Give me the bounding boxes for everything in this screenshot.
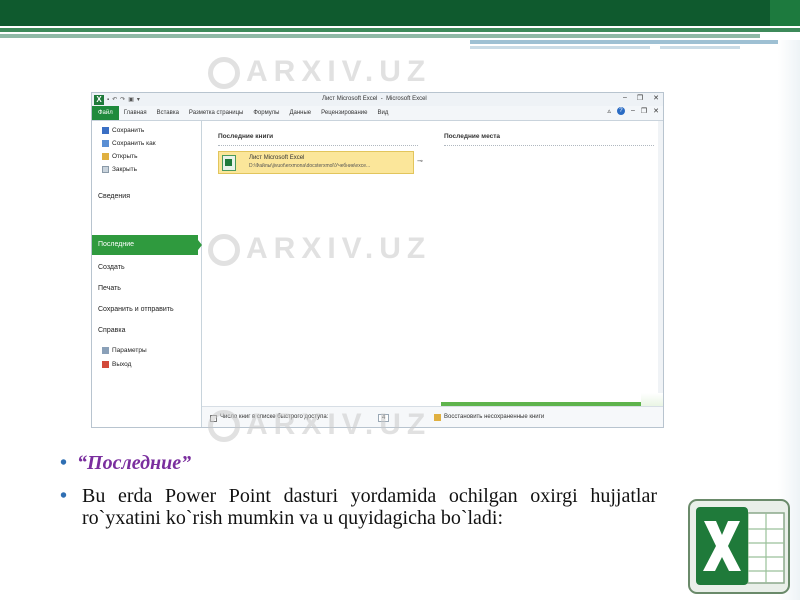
close-icon[interactable]: ✕: [653, 94, 659, 102]
scrollbar[interactable]: [658, 121, 663, 401]
recent-file-path: D:\Файлы\jivuot\erxmona\docsterxmol\Учеб…: [249, 163, 371, 169]
watermark: ARXIV.UZ: [208, 55, 432, 90]
watermark: ARXIV.UZ: [208, 232, 432, 267]
slide-stripe: [470, 46, 650, 49]
backstage-close[interactable]: Закрыть: [102, 166, 137, 173]
watermark-text: ARXIV.UZ: [246, 55, 432, 88]
tab-page-layout[interactable]: Разметка страницы: [184, 110, 248, 116]
print-icon[interactable]: ▣: [128, 96, 134, 103]
close-file-icon: [102, 166, 109, 173]
ribbon-restore-icon[interactable]: ❐: [641, 107, 647, 115]
help-icon[interactable]: ?: [616, 107, 625, 115]
tab-home[interactable]: Главная: [119, 110, 152, 116]
pin-icon[interactable]: ⊸: [417, 157, 423, 165]
save-icon: [102, 127, 109, 134]
redo-icon[interactable]: ↷: [120, 96, 125, 103]
ribbon-close-icon[interactable]: ✕: [653, 107, 659, 115]
folder-icon: [434, 414, 441, 421]
recent-file-item[interactable]: Лист Microsoft Excel D:\Файлы\jivuot\erx…: [218, 151, 414, 174]
window-title: Лист Microsoft Excel - Microsoft Excel: [322, 96, 427, 102]
recent-books-title: Последние книги: [218, 133, 274, 140]
bullet-description: • Bu erda Power Point dasturi yordamida …: [60, 485, 657, 529]
slide-stripe: [0, 28, 800, 32]
backstage-save-as[interactable]: Сохранить как: [102, 140, 156, 147]
divider: [444, 145, 654, 146]
backstage-send[interactable]: Сохранить и отправить: [98, 306, 174, 313]
save-icon[interactable]: ▪: [107, 97, 109, 103]
backstage-exit[interactable]: Выход: [102, 361, 131, 368]
watermark-logo-icon: [208, 234, 240, 267]
save-as-icon: [102, 140, 109, 147]
backstage-options[interactable]: Параметры: [102, 347, 147, 354]
recent-places-title: Последние места: [444, 133, 501, 140]
window-title-app: Microsoft Excel: [386, 96, 427, 102]
tab-review[interactable]: Рецензирование: [316, 110, 372, 116]
ribbon-minimize-icon[interactable]: –: [631, 107, 635, 115]
selection-arrow-icon: [198, 240, 202, 250]
backstage-save-label: Сохранить: [112, 127, 145, 134]
bullet-recent: • “Последние”: [60, 452, 191, 475]
excel-logo-icon: [688, 499, 790, 594]
backstage-options-label: Параметры: [112, 347, 147, 354]
excel-file-icon: [222, 155, 236, 171]
quick-access-toolbar: X ▪ ↶ ↷ ▣ ▾: [92, 93, 140, 106]
watermark-logo-icon: [208, 57, 240, 90]
slide-top-accent: [770, 0, 800, 26]
backstage-new[interactable]: Создать: [98, 264, 125, 271]
title-bar: X ▪ ↶ ↷ ▣ ▾ Лист Microsoft Excel - Micro…: [92, 93, 663, 106]
ribbon-collapse-icon[interactable]: ▵: [607, 107, 611, 115]
tab-data[interactable]: Данные: [284, 110, 316, 116]
minimize-icon[interactable]: –: [623, 94, 627, 102]
watermark-logo-icon: [208, 410, 240, 443]
options-icon: [102, 347, 109, 354]
ribbon-right-controls: ▵ ? – ❐ ✕: [607, 107, 659, 115]
tab-file[interactable]: Файл: [92, 106, 119, 120]
watermark: ARXIV.UZ: [208, 408, 432, 443]
watermark-text: ARXIV.UZ: [246, 408, 432, 441]
backstage-exit-label: Выход: [112, 361, 132, 368]
slide-stripe: [660, 46, 740, 49]
backstage-menu: Сохранить Сохранить как Открыть Закрыть …: [92, 121, 202, 427]
tab-view[interactable]: Вид: [373, 110, 394, 116]
backstage-open-label: Открыть: [112, 153, 138, 160]
backstage-help[interactable]: Справка: [98, 327, 125, 334]
backstage-save-as-label: Сохранить как: [112, 140, 156, 147]
slide-stripe: [470, 40, 800, 44]
folder-icon: [102, 153, 109, 160]
slide-top-band: [0, 0, 800, 26]
tab-formulas[interactable]: Формулы: [248, 110, 284, 116]
backstage-close-label: Закрыть: [112, 166, 138, 173]
customize-icon[interactable]: ▾: [137, 96, 140, 103]
slide-stripe: [0, 34, 760, 38]
bullet-description-text: Bu erda Power Point dasturi yordamida oc…: [82, 485, 657, 529]
recent-file-name: Лист Microsoft Excel: [249, 155, 305, 161]
bullet-recent-text: “Последние”: [77, 452, 192, 474]
watermark-text: ARXIV.UZ: [246, 232, 432, 265]
ribbon-tabs: Файл Главная Вставка Разметка страницы Ф…: [92, 106, 663, 121]
undo-icon[interactable]: ↶: [112, 96, 117, 103]
window-controls: – ❐ ✕: [623, 94, 659, 102]
backstage-print[interactable]: Печать: [98, 285, 121, 292]
window-title-doc: Лист Microsoft Excel: [322, 96, 378, 102]
backstage-recent-label: Последние: [98, 241, 135, 248]
exit-icon: [102, 361, 109, 368]
divider: [218, 145, 418, 146]
restore-unsaved-link[interactable]: Восстановить несохраненные книги: [444, 414, 544, 420]
backstage-info[interactable]: Сведения: [98, 193, 130, 200]
bullet-icon: •: [60, 485, 68, 507]
backstage-open[interactable]: Открыть: [102, 153, 138, 160]
bullet-icon: •: [60, 452, 68, 474]
restore-icon[interactable]: ❐: [637, 94, 643, 102]
tab-insert[interactable]: Вставка: [152, 110, 184, 116]
backstage-save[interactable]: Сохранить: [102, 127, 144, 134]
excel-icon[interactable]: X: [94, 94, 104, 105]
